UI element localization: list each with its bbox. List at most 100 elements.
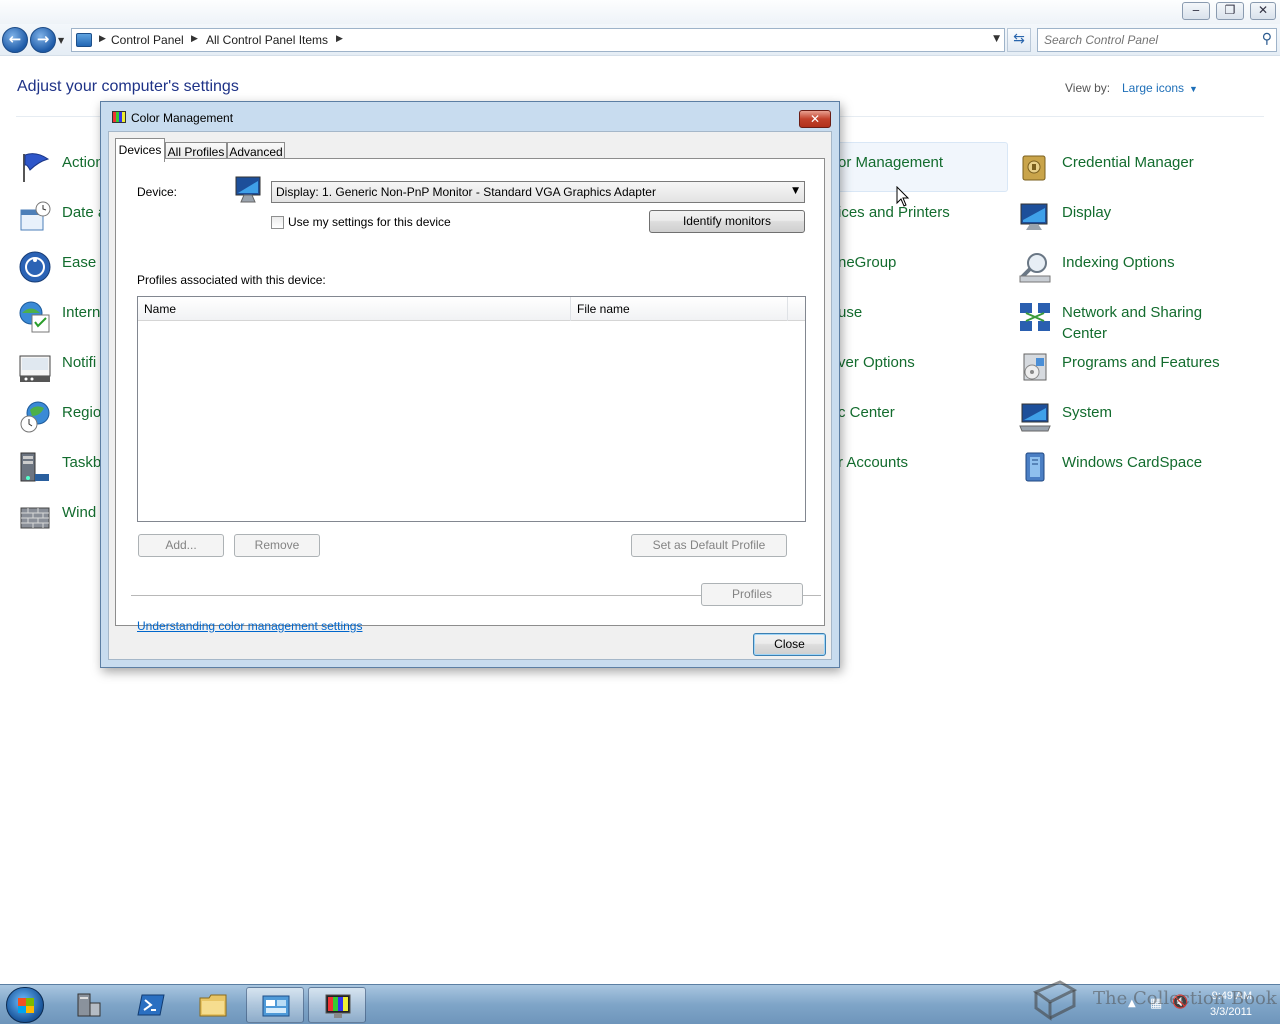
view-by-label: View by: <box>1065 81 1111 95</box>
cp-item-label: Credential Manager <box>1062 154 1194 171</box>
set-default-profile-button[interactable]: Set as Default Profile <box>631 534 787 557</box>
search-icon[interactable]: ⚲ <box>1262 31 1272 47</box>
profiles-list[interactable]: Name File name <box>137 296 806 522</box>
cp-item-internet-options[interactable]: Intern <box>18 296 108 340</box>
breadcrumb-all-items[interactable]: All Control Panel Items <box>206 33 328 47</box>
mouse-cursor-icon <box>896 186 910 207</box>
folder-icon <box>199 994 227 1017</box>
back-button[interactable]: ← <box>2 27 28 53</box>
cp-item-label: Intern <box>62 304 101 321</box>
identify-monitors-button[interactable]: Identify monitors <box>649 210 805 233</box>
view-by-dropdown[interactable]: Large icons ▼ <box>1122 81 1198 95</box>
firewall-icon <box>20 507 50 529</box>
search-box[interactable]: ⚲ <box>1037 28 1277 52</box>
color-management-dialog: Color Management ✕ Devices All Profiles … <box>100 101 840 668</box>
use-my-settings-checkbox[interactable] <box>271 216 284 229</box>
remove-button[interactable]: Remove <box>234 534 320 557</box>
cp-item-label: Programs and Features <box>1062 354 1220 371</box>
cp-item-label: Taskb <box>62 454 102 471</box>
cp-item-ease-of-access[interactable]: Ease o <box>18 246 109 290</box>
address-dropdown-icon[interactable]: ▼ <box>993 34 1000 44</box>
cp-item-notification-icons[interactable]: Notifi <box>18 346 108 390</box>
start-button[interactable] <box>6 987 44 1023</box>
address-bar[interactable]: ▶ Control Panel ▶ All Control Panel Item… <box>71 28 1005 52</box>
cp-item-label: Action <box>62 154 104 171</box>
indexing-options-icon <box>1019 253 1051 283</box>
cp-item-indexing-options[interactable]: Indexing Options <box>1018 246 1248 290</box>
internet-options-icon <box>19 301 50 333</box>
close-button[interactable]: Close <box>753 633 826 656</box>
cp-item-system[interactable]: System <box>1018 396 1248 440</box>
color-management-icon <box>112 111 126 123</box>
cp-item-windows-cardspace[interactable]: Windows CardSpace <box>1018 446 1248 490</box>
close-icon: ✕ <box>809 112 821 126</box>
cp-item-label: System <box>1062 404 1113 421</box>
cp-item-label: use <box>838 304 863 321</box>
system-icon <box>1019 403 1051 432</box>
restore-icon: ❐ <box>1224 3 1236 17</box>
cp-item-label: Indexing Options <box>1062 254 1175 271</box>
cp-item-label: Network and Sharing Center <box>1062 302 1202 344</box>
watermark-text: The Collection Book <box>1093 988 1277 1009</box>
cp-item-region-language[interactable]: Regio <box>18 396 108 440</box>
forward-button[interactable]: → <box>30 27 56 53</box>
caret-down-icon: ▼ <box>1189 84 1198 94</box>
device-label: Device: <box>137 185 178 199</box>
chevron-right-icon[interactable]: ▶ <box>336 34 343 44</box>
cp-item-label: Regio <box>62 404 102 421</box>
cp-item-action-center[interactable]: Action <box>18 146 108 190</box>
search-input[interactable] <box>1044 32 1254 48</box>
add-button[interactable]: Add... <box>138 534 224 557</box>
dialog-body: Devices All Profiles Advanced Device: Di… <box>108 131 832 660</box>
taskbar-control-panel[interactable] <box>246 987 304 1023</box>
chevron-right-icon[interactable]: ▶ <box>99 34 106 44</box>
help-link[interactable]: Understanding color management settings <box>137 619 362 633</box>
column-header-file-name[interactable]: File name <box>571 297 788 321</box>
cardspace-icon <box>1025 452 1045 482</box>
region-globe-icon <box>20 401 50 433</box>
cp-item-label: ver Options <box>838 354 915 371</box>
taskbar-server-manager[interactable] <box>60 987 118 1023</box>
minimize-icon: ‒ <box>1192 3 1200 17</box>
device-select[interactable]: Display: 1. Generic Non-PnP Monitor - St… <box>271 181 805 203</box>
tab-devices[interactable]: Devices <box>115 138 165 162</box>
cp-item-programs-features[interactable]: Programs and Features <box>1018 346 1248 390</box>
cp-item-taskbar-start-menu[interactable]: Taskb <box>18 446 108 490</box>
window-close-button[interactable]: ✕ <box>1250 2 1276 20</box>
chevron-down-icon: ▼ <box>792 186 799 196</box>
minimize-button[interactable]: ‒ <box>1182 2 1210 20</box>
cp-item-credential-manager[interactable]: Credential Manager <box>1018 146 1248 190</box>
use-my-settings-label[interactable]: Use my settings for this device <box>288 215 451 229</box>
flag-icon <box>23 153 50 182</box>
dialog-close-button[interactable]: ✕ <box>799 110 831 128</box>
breadcrumb-control-panel[interactable]: Control Panel <box>111 33 184 47</box>
book-watermark-icon <box>1032 980 1078 1021</box>
cp-item-windows-firewall[interactable]: Wind <box>18 496 108 540</box>
cp-item-network-sharing[interactable]: Network and Sharing Center <box>1018 296 1248 342</box>
refresh-button[interactable]: ⇆ <box>1007 28 1031 52</box>
taskbar: ▲ ▦ 🔇 9:49 AM 3/3/2011 <box>0 984 1280 1024</box>
ease-of-access-icon <box>19 251 51 283</box>
device-select-value: Display: 1. Generic Non-PnP Monitor - St… <box>276 185 656 199</box>
taskbar-icon <box>20 452 49 482</box>
chevron-right-icon[interactable]: ▶ <box>191 34 198 44</box>
cp-item-label: r Accounts <box>838 454 909 471</box>
powershell-icon <box>137 994 165 1016</box>
recent-pages-dropdown[interactable]: ▼ <box>58 36 64 45</box>
window-titlebar: ‒ ❐ ✕ <box>0 0 1280 24</box>
cp-item-label: ices and Printers <box>838 204 950 221</box>
taskbar-color-management[interactable] <box>308 987 366 1023</box>
profiles-button[interactable]: Profiles <box>701 583 803 606</box>
calendar-clock-icon <box>20 201 51 231</box>
cp-item-label: Display <box>1062 204 1112 221</box>
cp-item-date-time[interactable]: Date a <box>18 196 108 240</box>
cp-item-display[interactable]: Display <box>1018 196 1248 240</box>
taskbar-powershell[interactable] <box>122 987 180 1023</box>
page-title: Adjust your computer's settings <box>17 78 239 95</box>
dialog-title: Color Management <box>131 111 234 125</box>
view-by-value: Large icons <box>1122 81 1185 95</box>
maximize-button[interactable]: ❐ <box>1216 2 1244 20</box>
taskbar-explorer[interactable] <box>184 987 242 1023</box>
column-header-name[interactable]: Name <box>138 297 571 321</box>
devices-tab-panel: Device: Display: 1. Generic Non-PnP Moni… <box>115 158 825 633</box>
